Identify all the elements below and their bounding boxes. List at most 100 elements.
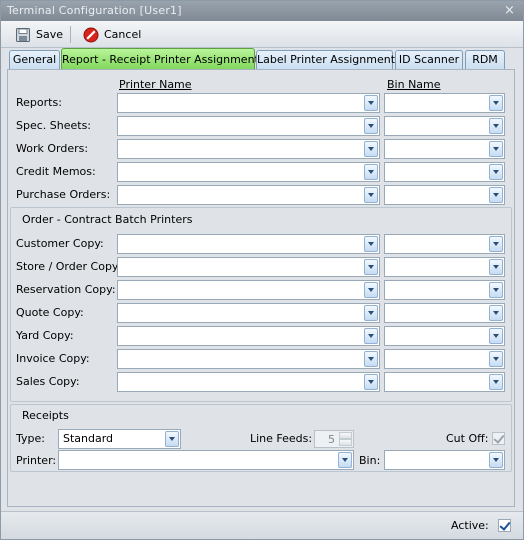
credit-memos-bin-select[interactable] [384,162,505,182]
spin-up-icon[interactable] [339,432,352,439]
line-feeds-label: Line Feeds: [250,432,313,445]
yard-copy-label: Yard Copy: [16,329,74,342]
chevron-down-icon[interactable] [165,431,179,447]
chevron-down-icon[interactable] [489,259,503,275]
store-order-copy-label: Store / Order Copy: [16,260,122,273]
chevron-down-icon[interactable] [364,187,378,203]
quote-copy-label: Quote Copy: [16,306,84,319]
chevron-down-icon[interactable] [364,164,378,180]
close-window-icon[interactable]: × [502,3,517,18]
credit-memos-printer-select[interactable] [117,162,380,182]
chevron-down-icon[interactable] [364,95,378,111]
chevron-down-icon[interactable] [489,236,503,252]
invoice-copy-label: Invoice Copy: [16,352,90,365]
reservation-copy-printer-select[interactable] [117,280,380,300]
cancel-icon [83,27,99,42]
save-icon [16,27,30,42]
tab-label-printer-assignments[interactable]: Label Printer Assignments [256,50,401,70]
cancel-button[interactable]: Cancel [79,24,145,45]
save-label: Save [36,28,64,41]
active-checkbox[interactable] [498,519,511,532]
work-orders-printer-select[interactable] [117,139,380,159]
printer-label: Printer: [16,454,57,467]
toolbar-separator [70,26,71,43]
spec-sheets-bin-select[interactable] [384,116,505,136]
tab-panel: Printer Name Bin Name Reports: Spec. She… [7,69,515,507]
credit-memos-label: Credit Memos: [16,165,96,178]
customer-copy-bin-select[interactable] [384,234,505,254]
chevron-down-icon[interactable] [489,374,503,390]
reservation-copy-label: Reservation Copy: [16,283,116,296]
chevron-down-icon[interactable] [489,305,503,321]
sales-copy-label: Sales Copy: [16,375,80,388]
sales-copy-bin-select[interactable] [384,372,505,392]
customer-copy-printer-select[interactable] [117,234,380,254]
sales-copy-printer-select[interactable] [117,372,380,392]
line-feeds-spinner[interactable]: 5 [314,430,354,448]
customer-copy-label: Customer Copy: [16,237,104,250]
purchase-orders-label: Purchase Orders: [16,188,111,201]
reports-printer-select[interactable] [117,93,380,113]
receipts-title: Receipts [22,409,69,422]
type-label: Type: [16,432,45,445]
chevron-down-icon[interactable] [364,305,378,321]
active-label: Active: [451,519,489,532]
work-orders-bin-select[interactable] [384,139,505,159]
chevron-down-icon[interactable] [489,141,503,157]
chevron-down-icon[interactable] [364,351,378,367]
receipt-type-select[interactable]: Standard [58,429,181,449]
toolbar: Save Cancel [1,21,523,48]
reports-label: Reports: [16,96,62,109]
line-feeds-value: 5 [328,433,335,446]
purchase-orders-printer-select[interactable] [117,185,380,205]
spec-sheets-printer-select[interactable] [117,116,380,136]
chevron-down-icon[interactable] [364,141,378,157]
store-order-copy-printer-select[interactable] [117,257,380,277]
yard-copy-printer-select[interactable] [117,326,380,346]
work-orders-label: Work Orders: [16,142,89,155]
tab-rdm[interactable]: RDM [465,50,505,70]
spin-down-icon[interactable] [339,439,352,446]
tab-id-scanner[interactable]: ID Scanner [395,50,463,70]
chevron-down-icon[interactable] [489,328,503,344]
receipt-printer-select[interactable] [58,450,354,470]
tab-report-receipt-printer-assignments[interactable]: Report - Receipt Printer Assignments [61,48,265,70]
bin-name-header: Bin Name [387,78,441,91]
window-title: Terminal Configuration [User1] [7,4,182,17]
receipt-bin-select[interactable] [384,450,505,470]
bin-label: Bin: [359,454,381,467]
footer-bar: Active: [1,511,523,539]
reports-bin-select[interactable] [384,93,505,113]
invoice-copy-bin-select[interactable] [384,349,505,369]
chevron-down-icon[interactable] [364,328,378,344]
cut-off-label: Cut Off: [446,432,489,445]
yard-copy-bin-select[interactable] [384,326,505,346]
chevron-down-icon[interactable] [489,282,503,298]
invoice-copy-printer-select[interactable] [117,349,380,369]
chevron-down-icon[interactable] [364,259,378,275]
store-order-copy-bin-select[interactable] [384,257,505,277]
tab-general[interactable]: General [9,50,60,70]
chevron-down-icon[interactable] [489,187,503,203]
save-button[interactable]: Save [11,24,67,45]
chevron-down-icon[interactable] [364,236,378,252]
chevron-down-icon[interactable] [364,118,378,134]
spec-sheets-label: Spec. Sheets: [16,119,92,132]
printer-name-header: Printer Name [119,78,192,91]
reservation-copy-bin-select[interactable] [384,280,505,300]
quote-copy-printer-select[interactable] [117,303,380,323]
chevron-down-icon[interactable] [489,351,503,367]
chevron-down-icon[interactable] [489,164,503,180]
purchase-orders-bin-select[interactable] [384,185,505,205]
title-bar: Terminal Configuration [User1] × [1,1,523,21]
batch-printers-title: Order - Contract Batch Printers [22,213,193,226]
chevron-down-icon[interactable] [489,118,503,134]
cancel-label: Cancel [104,28,142,41]
chevron-down-icon[interactable] [364,282,378,298]
chevron-down-icon[interactable] [489,452,503,468]
chevron-down-icon[interactable] [364,374,378,390]
cut-off-checkbox[interactable] [492,432,505,445]
chevron-down-icon[interactable] [338,452,352,468]
chevron-down-icon[interactable] [489,95,503,111]
quote-copy-bin-select[interactable] [384,303,505,323]
